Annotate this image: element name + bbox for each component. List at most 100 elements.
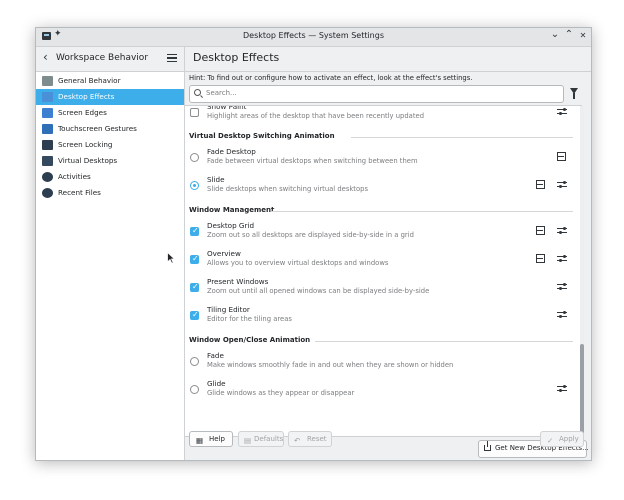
download-icon: [484, 441, 491, 451]
sidebar-item[interactable]: Screen Locking: [36, 137, 184, 153]
sidebar: ‹ Workspace Behavior General Behavior Des…: [36, 47, 185, 460]
titlebar: ✦ Desktop Effects — System Settings ⌄ ⌃ …: [36, 28, 591, 47]
sidebar-item-label: General Behavior: [58, 76, 121, 85]
sidebar-list: General Behavior Desktop Effects Screen Ed…: [36, 73, 184, 201]
sidebar-item[interactable]: General Behavior: [36, 73, 184, 89]
sidebar-item[interactable]: Desktop Effects: [36, 89, 184, 105]
section-header: Window Open/Close Animation: [189, 336, 311, 344]
effect-radio[interactable]: [190, 181, 199, 190]
section-divider: [270, 211, 573, 212]
virtual-desktops-icon: [42, 156, 53, 166]
configure-icon[interactable]: [557, 226, 567, 235]
effect-title: Fade: [207, 351, 224, 360]
configure-icon[interactable]: [557, 384, 567, 393]
effect-title: Desktop Grid: [207, 221, 255, 230]
maximize-button[interactable]: ⌃: [563, 29, 575, 40]
effect-radio[interactable]: [190, 153, 199, 162]
section-header: Window Management: [189, 206, 275, 214]
sidebar-item-label: Screen Edges: [58, 108, 107, 117]
list-scrollbar[interactable]: [580, 106, 584, 434]
help-icon: ▦: [196, 435, 204, 445]
sidebar-back-title[interactable]: Workspace Behavior: [56, 53, 148, 63]
window-title: Desktop Effects — System Settings: [243, 31, 384, 40]
video-preview-icon[interactable]: [557, 152, 566, 161]
effect-title: Glide: [207, 379, 226, 388]
configure-icon[interactable]: [557, 310, 567, 319]
effect-title: Show Paint: [207, 105, 247, 111]
sidebar-item[interactable]: Virtual Desktops: [36, 153, 184, 169]
close-button[interactable]: ✕: [577, 31, 589, 40]
effect-checkbox[interactable]: [190, 254, 199, 264]
video-preview-icon[interactable]: [536, 180, 545, 189]
effect-description: Highlight areas of the desktop that have…: [207, 112, 425, 120]
sidebar-item-label: Screen Locking: [58, 140, 113, 149]
main-header: Desktop Effects: [185, 47, 591, 72]
configure-icon[interactable]: [557, 180, 567, 189]
filter-icon[interactable]: [570, 88, 578, 99]
section-header: Virtual Desktop Switching Animation: [189, 132, 335, 140]
sidebar-item-label: Activities: [58, 172, 91, 181]
effects-list: Show Paint Highlight areas of the desktop…: [185, 105, 582, 437]
help-button[interactable]: ▦ Help: [189, 431, 233, 447]
sidebar-item-label: Virtual Desktops: [58, 156, 118, 165]
section-divider: [315, 341, 573, 342]
hamburger-menu-icon[interactable]: [167, 54, 177, 63]
sidebar-item[interactable]: Activities: [36, 169, 184, 185]
desktop-effects-icon: [42, 92, 53, 102]
effect-checkbox[interactable]: [190, 310, 199, 320]
sidebar-item[interactable]: Touchscreen Gestures: [36, 121, 184, 137]
system-settings-window: ✦ Desktop Effects — System Settings ⌄ ⌃ …: [35, 27, 592, 461]
defaults-button[interactable]: ▤ Defaults: [238, 431, 284, 447]
effect-description: Zoom out so all desktops are displayed s…: [207, 231, 414, 239]
sidebar-item[interactable]: Recent Files: [36, 185, 184, 201]
effect-description: Allows you to overview virtual desktops …: [207, 259, 389, 267]
effect-checkbox[interactable]: [190, 282, 199, 292]
effect-title: Tiling Editor: [207, 305, 250, 314]
effect-title: Fade Desktop: [207, 147, 256, 156]
effect-checkbox[interactable]: [190, 108, 199, 117]
effect-description: Editor for the tiling areas: [207, 315, 292, 323]
effect-radio[interactable]: [190, 385, 199, 394]
search-placeholder: Search...: [206, 89, 237, 97]
configure-icon[interactable]: [557, 254, 567, 263]
general-behavior-icon: [42, 76, 53, 86]
configure-icon[interactable]: [557, 282, 567, 291]
effect-title: Present Windows: [207, 277, 269, 286]
reset-label: Reset: [307, 435, 327, 443]
sidebar-item-label: Recent Files: [58, 188, 101, 197]
reset-button[interactable]: ↶ Reset: [288, 431, 332, 447]
screen-locking-icon: [42, 140, 53, 150]
recent-files-icon: [42, 188, 53, 198]
minimize-button[interactable]: ⌄: [549, 29, 561, 40]
sidebar-item-label: Touchscreen Gestures: [58, 124, 137, 133]
effect-checkbox[interactable]: [190, 226, 199, 236]
effect-description: Fade between virtual desktops when switc…: [207, 157, 418, 165]
defaults-icon: ▤: [244, 435, 252, 445]
video-preview-icon[interactable]: [536, 254, 545, 263]
sidebar-header: ‹ Workspace Behavior: [36, 47, 184, 72]
effect-description: Slide desktops when switching virtual de…: [207, 185, 368, 193]
back-arrow-icon[interactable]: ‹: [43, 50, 48, 64]
page-title: Desktop Effects: [193, 51, 280, 64]
activities-icon: [42, 172, 53, 182]
search-input[interactable]: Search...: [189, 85, 564, 103]
hint-text: Hint: To find out or configure how to ac…: [189, 74, 473, 82]
effect-description: Glide windows as they appear or disappea…: [207, 389, 355, 397]
apply-button[interactable]: ✓ Apply: [540, 431, 584, 447]
configure-icon[interactable]: [557, 107, 567, 116]
scrollbar-thumb[interactable]: [580, 344, 584, 434]
video-preview-icon[interactable]: [536, 226, 545, 235]
effect-description: Zoom out until all opened windows can be…: [207, 287, 430, 295]
main-panel: Desktop Effects Hint: To find out or con…: [185, 47, 591, 460]
effect-radio[interactable]: [190, 357, 199, 366]
defaults-label: Defaults: [254, 435, 284, 443]
section-divider: [350, 137, 573, 138]
screen-edges-icon: [42, 108, 53, 118]
effect-title: Slide: [207, 175, 225, 184]
reset-icon: ↶: [294, 435, 301, 445]
effect-description: Make windows smoothly fade in and out wh…: [207, 361, 454, 369]
apply-label: Apply: [559, 435, 579, 443]
apply-check-icon: ✓: [547, 435, 554, 445]
touchscreen-icon: [42, 124, 53, 134]
sidebar-item[interactable]: Screen Edges: [36, 105, 184, 121]
